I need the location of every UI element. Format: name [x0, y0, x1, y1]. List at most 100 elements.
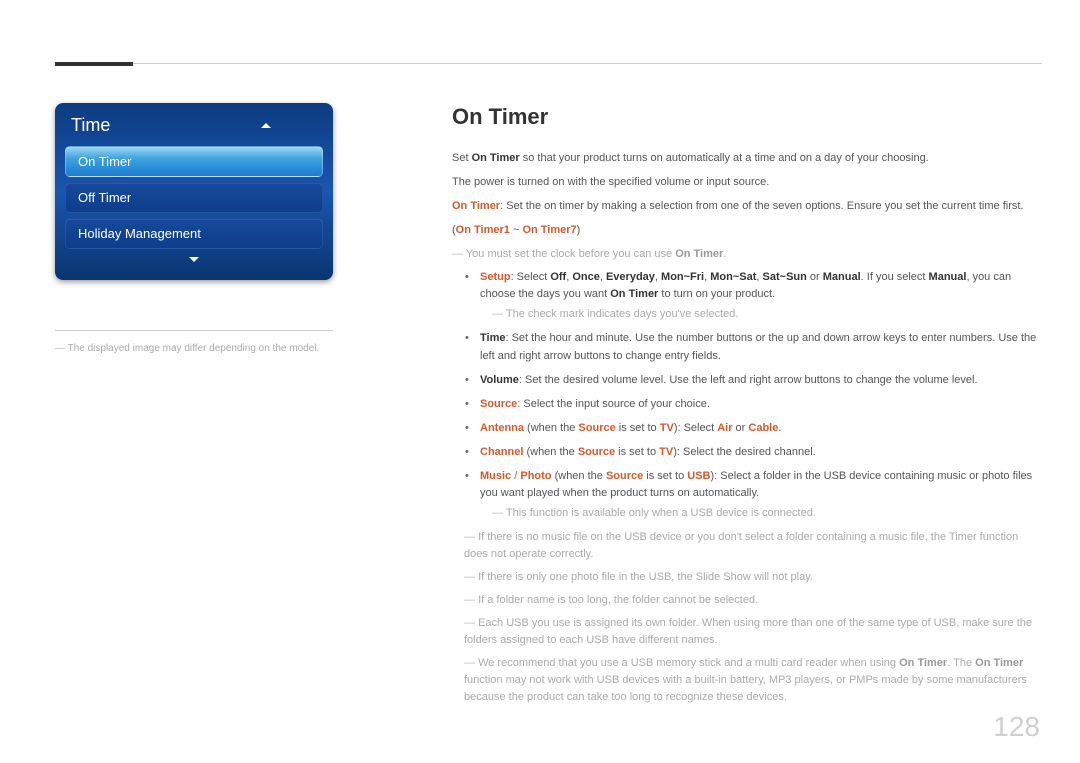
bullet-music-photo: Music / Photo (when the Source is set to… — [470, 468, 1040, 522]
power-paragraph: The power is turned on with the specifie… — [452, 174, 1040, 191]
menu-item-label: On Timer — [78, 154, 131, 169]
text: . — [723, 248, 726, 260]
text: . The — [947, 657, 975, 669]
bullet-source: Source: Select the input source of your … — [470, 396, 1040, 413]
menu-item-off-timer[interactable]: Off Timer — [65, 182, 323, 213]
keyword: Time — [480, 332, 505, 344]
text: . — [778, 422, 781, 434]
option: Mon~Fri — [661, 271, 704, 283]
bullet-antenna: Antenna (when the Source is set to TV): … — [470, 420, 1040, 437]
keyword: Source — [480, 398, 517, 410]
section-heading: On Timer — [452, 100, 1040, 134]
on-timer-paragraph: On Timer: Set the on timer by making a s… — [452, 198, 1040, 215]
keyword: Photo — [520, 470, 551, 482]
keyword: Antenna — [480, 422, 524, 434]
option: Mon~Sat — [710, 271, 756, 283]
option: Cable — [748, 422, 778, 434]
text: (when the — [552, 470, 606, 482]
text: : Set the desired volume level. Use the … — [519, 374, 978, 386]
bullet-setup: Setup: Select Off, Once, Everyday, Mon~F… — [470, 269, 1040, 323]
keyword: On Timer1 — [456, 224, 510, 236]
setup-subnote: The check mark indicates days you've sel… — [492, 306, 1040, 323]
menu-title: Time — [71, 115, 110, 136]
option: Off — [550, 271, 566, 283]
clock-note: You must set the clock before you can us… — [452, 246, 1040, 263]
scroll-down-icon[interactable] — [189, 257, 199, 262]
footnote: If a folder name is too long, the folder… — [464, 592, 1040, 609]
text: . If you select — [861, 271, 929, 283]
text: so that your product turns on automatica… — [520, 152, 929, 164]
range-paragraph: (On Timer1 ~ On Timer7) — [452, 222, 1040, 239]
bullet-time: Time: Set the hour and minute. Use the n… — [470, 330, 1040, 364]
text: We recommend that you use a USB memory s… — [478, 657, 899, 669]
text: : Set the on timer by making a selection… — [500, 200, 1023, 212]
keyword: Channel — [480, 446, 523, 458]
keyword: On Timer — [472, 152, 520, 164]
option: Once — [572, 271, 600, 283]
option: Everyday — [606, 271, 655, 283]
bullet-list: Setup: Select Off, Once, Everyday, Mon~F… — [470, 269, 1040, 522]
left-divider — [55, 330, 333, 331]
bullet-volume: Volume: Set the desired volume level. Us… — [470, 372, 1040, 389]
footnote: If there is only one photo file in the U… — [464, 569, 1040, 586]
left-column: Time On Timer Off Timer Holiday Manageme… — [55, 103, 333, 356]
footnote: Each USB you use is assigned its own fol… — [464, 615, 1040, 649]
content-column: On Timer Set On Timer so that your produ… — [452, 100, 1040, 712]
keyword: Source — [578, 446, 615, 458]
page-divider-accent — [55, 62, 133, 66]
music-subnote: This function is available only when a U… — [492, 505, 1040, 522]
text: / — [511, 470, 520, 482]
intro-paragraph: Set On Timer so that your product turns … — [452, 150, 1040, 167]
keyword: Music — [480, 470, 511, 482]
menu-item-on-timer[interactable]: On Timer — [65, 146, 323, 177]
text: (when the — [524, 422, 578, 434]
menu-item-label: Off Timer — [78, 190, 131, 205]
text: ~ — [510, 224, 523, 236]
bullet-channel: Channel (when the Source is set to TV): … — [470, 444, 1040, 461]
text: ): Select the desired channel. — [673, 446, 815, 458]
text: is set to — [643, 470, 687, 482]
text: function may not work with USB devices w… — [464, 674, 1027, 703]
text: You must set the clock before you can us… — [466, 248, 675, 260]
time-menu-panel: Time On Timer Off Timer Holiday Manageme… — [55, 103, 333, 280]
footnotes: If there is no music file on the USB dev… — [464, 529, 1040, 706]
keyword: On Timer — [675, 248, 723, 260]
text: : Set the hour and minute. Use the numbe… — [480, 332, 1036, 361]
text: or — [807, 271, 823, 283]
text: : Select — [511, 271, 551, 283]
footnote: If there is no music file on the USB dev… — [464, 529, 1040, 563]
scroll-up-icon[interactable] — [261, 123, 271, 128]
text: : Select the input source of your choice… — [517, 398, 710, 410]
text: is set to — [616, 422, 660, 434]
menu-header: Time — [65, 113, 323, 146]
keyword: TV — [660, 422, 674, 434]
text: ) — [577, 224, 581, 236]
menu-item-label: Holiday Management — [78, 226, 201, 241]
keyword: Source — [578, 422, 615, 434]
option: Manual — [823, 271, 861, 283]
keyword: Volume — [480, 374, 519, 386]
image-caption: The displayed image may differ depending… — [55, 341, 333, 356]
keyword: Setup — [480, 271, 511, 283]
keyword: TV — [659, 446, 673, 458]
text: or — [733, 422, 749, 434]
text: is set to — [615, 446, 659, 458]
text: Set — [452, 152, 472, 164]
option: Manual — [929, 271, 967, 283]
menu-item-holiday-management[interactable]: Holiday Management — [65, 218, 323, 249]
option: Sat~Sun — [763, 271, 807, 283]
text: (when the — [523, 446, 577, 458]
option: Air — [717, 422, 732, 434]
keyword: On Timer — [975, 657, 1023, 669]
keyword: On Timer — [452, 200, 500, 212]
keyword: On Timer7 — [522, 224, 576, 236]
page-divider — [55, 63, 1042, 64]
text: ): Select — [674, 422, 717, 434]
footnote: We recommend that you use a USB memory s… — [464, 655, 1040, 706]
page-number: 128 — [993, 711, 1040, 743]
text: to turn on your product. — [658, 288, 775, 300]
keyword: USB — [687, 470, 710, 482]
keyword: On Timer — [899, 657, 947, 669]
keyword: Source — [606, 470, 643, 482]
keyword: On Timer — [610, 288, 658, 300]
